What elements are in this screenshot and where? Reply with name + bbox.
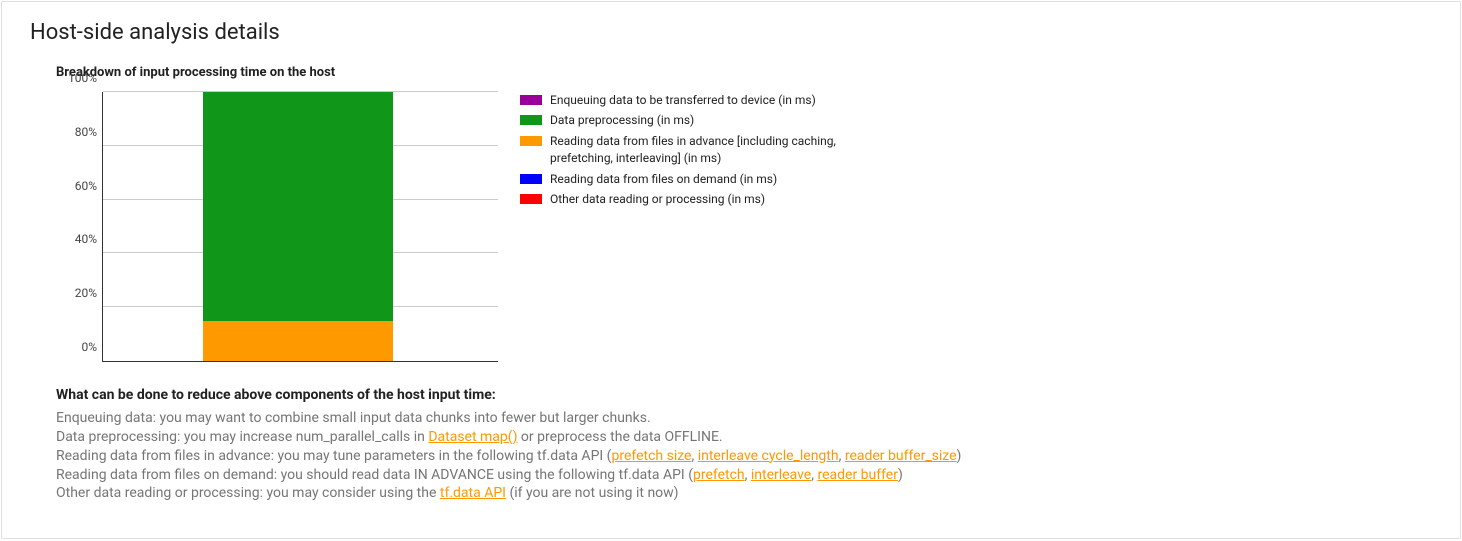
- legend-label: Data preprocessing (in ms): [550, 112, 694, 129]
- swatch-icon: [520, 174, 542, 184]
- host-analysis-card: Host-side analysis details Breakdown of …: [1, 1, 1461, 539]
- stacked-bar-chart: 0% 20% 40% 60% 80% 100%: [56, 92, 498, 362]
- link-reader-buffer-size[interactable]: reader buffer_size: [845, 448, 957, 464]
- link-interleave[interactable]: interleave: [751, 467, 811, 483]
- advice-heading: What can be done to reduce above compone…: [56, 386, 1432, 405]
- ytick-0: 0%: [57, 340, 97, 354]
- link-dataset-map[interactable]: Dataset map(): [428, 429, 517, 445]
- advice-preprocessing: Data preprocessing: you may increase num…: [56, 428, 1432, 447]
- legend-item-reading-ondemand: Reading data from files on demand (in ms…: [520, 171, 840, 188]
- swatch-icon: [520, 115, 542, 125]
- legend-label: Enqueuing data to be transferred to devi…: [550, 92, 816, 109]
- advice-enqueuing: Enqueuing data: you may want to combine …: [56, 409, 1432, 428]
- chart-block: 0% 20% 40% 60% 80% 100% Enqueuing data t…: [56, 92, 1432, 362]
- legend-label: Reading data from files on demand (in ms…: [550, 171, 777, 188]
- ytick-40: 40%: [57, 232, 97, 246]
- link-prefetch[interactable]: prefetch: [693, 467, 745, 483]
- link-reader-buffer[interactable]: reader buffer: [817, 467, 898, 483]
- legend: Enqueuing data to be transferred to devi…: [520, 92, 840, 211]
- bar-stack: [203, 92, 393, 361]
- legend-label: Other data reading or processing (in ms): [550, 191, 765, 208]
- legend-item-enqueuing: Enqueuing data to be transferred to devi…: [520, 92, 840, 109]
- chart-title: Breakdown of input processing time on th…: [56, 65, 1432, 80]
- bar-preprocessing: [203, 92, 393, 321]
- advice-reading-ondemand: Reading data from files on demand: you s…: [56, 466, 1432, 485]
- ytick-80: 80%: [57, 125, 97, 139]
- advice-block: What can be done to reduce above compone…: [56, 386, 1432, 503]
- ytick-60: 60%: [57, 179, 97, 193]
- legend-item-reading-advance: Reading data from files in advance [incl…: [520, 133, 840, 168]
- page-title: Host-side analysis details: [30, 20, 1432, 45]
- ytick-20: 20%: [57, 286, 97, 300]
- advice-other: Other data reading or processing: you ma…: [56, 484, 1432, 503]
- plot-area: 0% 20% 40% 60% 80% 100%: [102, 92, 498, 362]
- swatch-icon: [520, 95, 542, 105]
- link-tfdata-api[interactable]: tf.data API: [440, 485, 506, 501]
- ytick-100: 100%: [57, 71, 97, 85]
- legend-label: Reading data from files in advance [incl…: [550, 133, 840, 168]
- link-prefetch-size[interactable]: prefetch size: [611, 448, 691, 464]
- advice-reading-advance: Reading data from files in advance: you …: [56, 447, 1432, 466]
- swatch-icon: [520, 194, 542, 204]
- legend-item-preprocessing: Data preprocessing (in ms): [520, 112, 840, 129]
- swatch-icon: [520, 136, 542, 146]
- bar-reading-advance: [203, 321, 393, 361]
- link-interleave-cycle-length[interactable]: interleave cycle_length: [698, 448, 839, 464]
- legend-item-other: Other data reading or processing (in ms): [520, 191, 840, 208]
